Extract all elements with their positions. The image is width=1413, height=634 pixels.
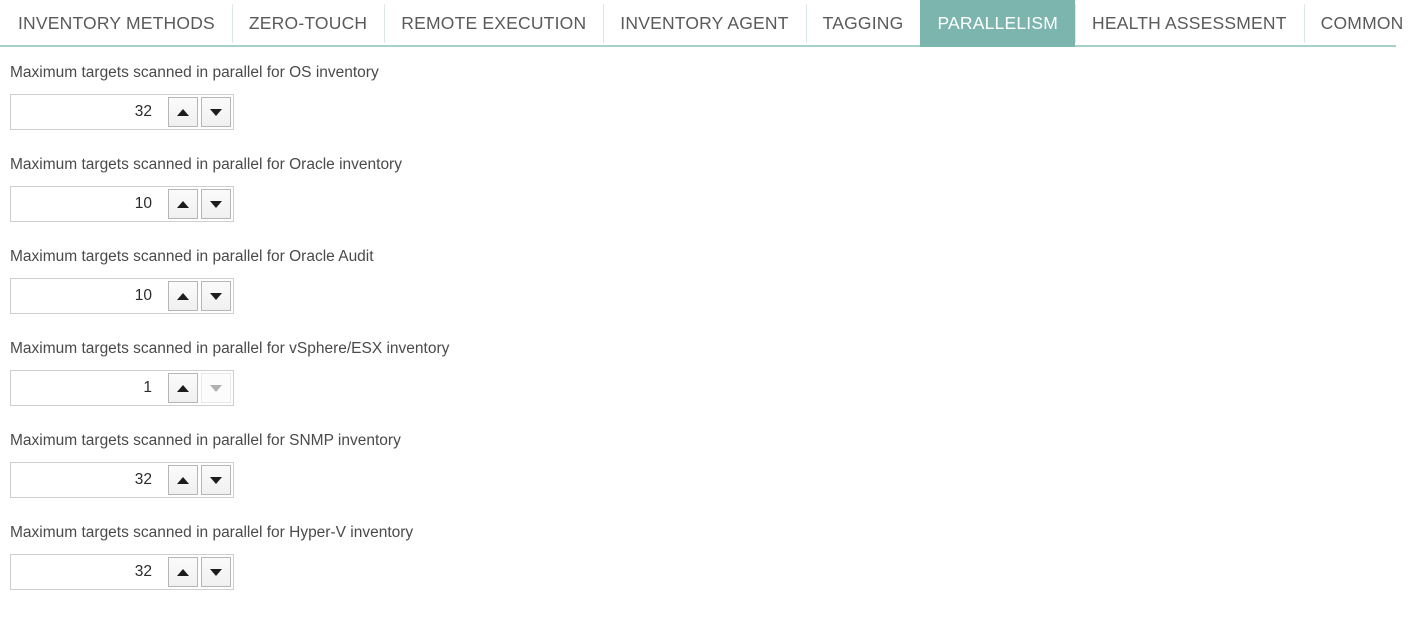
spinner-up-arrow-button[interactable] xyxy=(168,281,198,311)
spinner-up-arrow-button[interactable] xyxy=(168,465,198,495)
spinner-down-arrow-button[interactable] xyxy=(201,189,231,219)
field-row: Maximum targets scanned in parallel for … xyxy=(10,63,1413,130)
field-row: Maximum targets scanned in parallel for … xyxy=(10,339,1413,406)
triangle-up-icon xyxy=(177,568,189,576)
triangle-down-icon xyxy=(210,108,222,116)
tab-common[interactable]: COMMON xyxy=(1303,0,1413,47)
field-label: Maximum targets scanned in parallel for … xyxy=(10,64,379,81)
tab-label: TAGGING xyxy=(822,13,904,33)
spinner-up-arrow-button[interactable] xyxy=(168,97,198,127)
number-spinner: 10 xyxy=(10,278,234,314)
triangle-down-icon xyxy=(210,568,222,576)
tab-inventory-agent[interactable]: INVENTORY AGENT xyxy=(603,0,806,47)
tab-inventory-methods[interactable]: INVENTORY METHODS xyxy=(1,0,232,47)
tab-label: PARALLELISM xyxy=(937,13,1058,33)
field-row: Maximum targets scanned in parallel for … xyxy=(10,247,1413,314)
spinner-value-input[interactable]: 32 xyxy=(13,557,165,587)
triangle-down-icon xyxy=(210,384,222,392)
tab-tagging[interactable]: TAGGING xyxy=(805,0,921,47)
number-spinner: 10 xyxy=(10,186,234,222)
triangle-up-icon xyxy=(177,476,189,484)
spinner-down-arrow-button xyxy=(201,373,231,403)
tab-zero-touch[interactable]: ZERO-TOUCH xyxy=(231,0,385,47)
spinner-value-input[interactable]: 32 xyxy=(13,465,165,495)
triangle-up-icon xyxy=(177,292,189,300)
field-label: Maximum targets scanned in parallel for … xyxy=(10,248,374,265)
parallelism-settings-form: Maximum targets scanned in parallel for … xyxy=(0,47,1413,590)
spinner-down-arrow-button[interactable] xyxy=(201,557,231,587)
spinner-down-arrow-button[interactable] xyxy=(201,465,231,495)
field-label: Maximum targets scanned in parallel for … xyxy=(10,524,414,541)
spinner-value-input[interactable]: 10 xyxy=(13,189,165,219)
settings-tab-bar: INVENTORY METHODS ZERO-TOUCH REMOTE EXECUT… xyxy=(0,0,1413,47)
spinner-up-arrow-button[interactable] xyxy=(168,557,198,587)
spinner-up-arrow-button[interactable] xyxy=(168,373,198,403)
field-label: Maximum targets scanned in parallel for … xyxy=(10,432,401,449)
tab-health-assessment[interactable]: HEALTH ASSESSMENT xyxy=(1074,0,1304,47)
triangle-up-icon xyxy=(177,384,189,392)
spinner-value-input[interactable]: 10 xyxy=(13,281,165,311)
field-row: Maximum targets scanned in parallel for … xyxy=(10,523,1413,590)
field-label: Maximum targets scanned in parallel for … xyxy=(10,340,450,357)
tab-label: COMMON xyxy=(1320,13,1404,33)
tab-label: INVENTORY AGENT xyxy=(620,13,789,33)
spinner-value-input[interactable]: 32 xyxy=(13,97,165,127)
field-row: Maximum targets scanned in parallel for … xyxy=(10,155,1413,222)
number-spinner: 1 xyxy=(10,370,234,406)
tab-label: ZERO-TOUCH xyxy=(248,13,368,33)
triangle-down-icon xyxy=(210,476,222,484)
triangle-up-icon xyxy=(177,200,189,208)
spinner-value-input[interactable]: 1 xyxy=(13,373,165,403)
tab-label: INVENTORY METHODS xyxy=(18,13,215,33)
tab-label: REMOTE EXECUTION xyxy=(401,13,587,33)
triangle-down-icon xyxy=(210,292,222,300)
triangle-down-icon xyxy=(210,200,222,208)
field-row: Maximum targets scanned in parallel for … xyxy=(10,431,1413,498)
number-spinner: 32 xyxy=(10,554,234,590)
tab-remote-execution[interactable]: REMOTE EXECUTION xyxy=(384,0,604,47)
tab-label: HEALTH ASSESSMENT xyxy=(1091,13,1287,33)
number-spinner: 32 xyxy=(10,94,234,130)
spinner-down-arrow-button[interactable] xyxy=(201,281,231,311)
tab-parallelism[interactable]: PARALLELISM xyxy=(920,0,1075,47)
triangle-up-icon xyxy=(177,108,189,116)
spinner-up-arrow-button[interactable] xyxy=(168,189,198,219)
number-spinner: 32 xyxy=(10,462,234,498)
field-label: Maximum targets scanned in parallel for … xyxy=(10,156,402,173)
spinner-down-arrow-button[interactable] xyxy=(201,97,231,127)
